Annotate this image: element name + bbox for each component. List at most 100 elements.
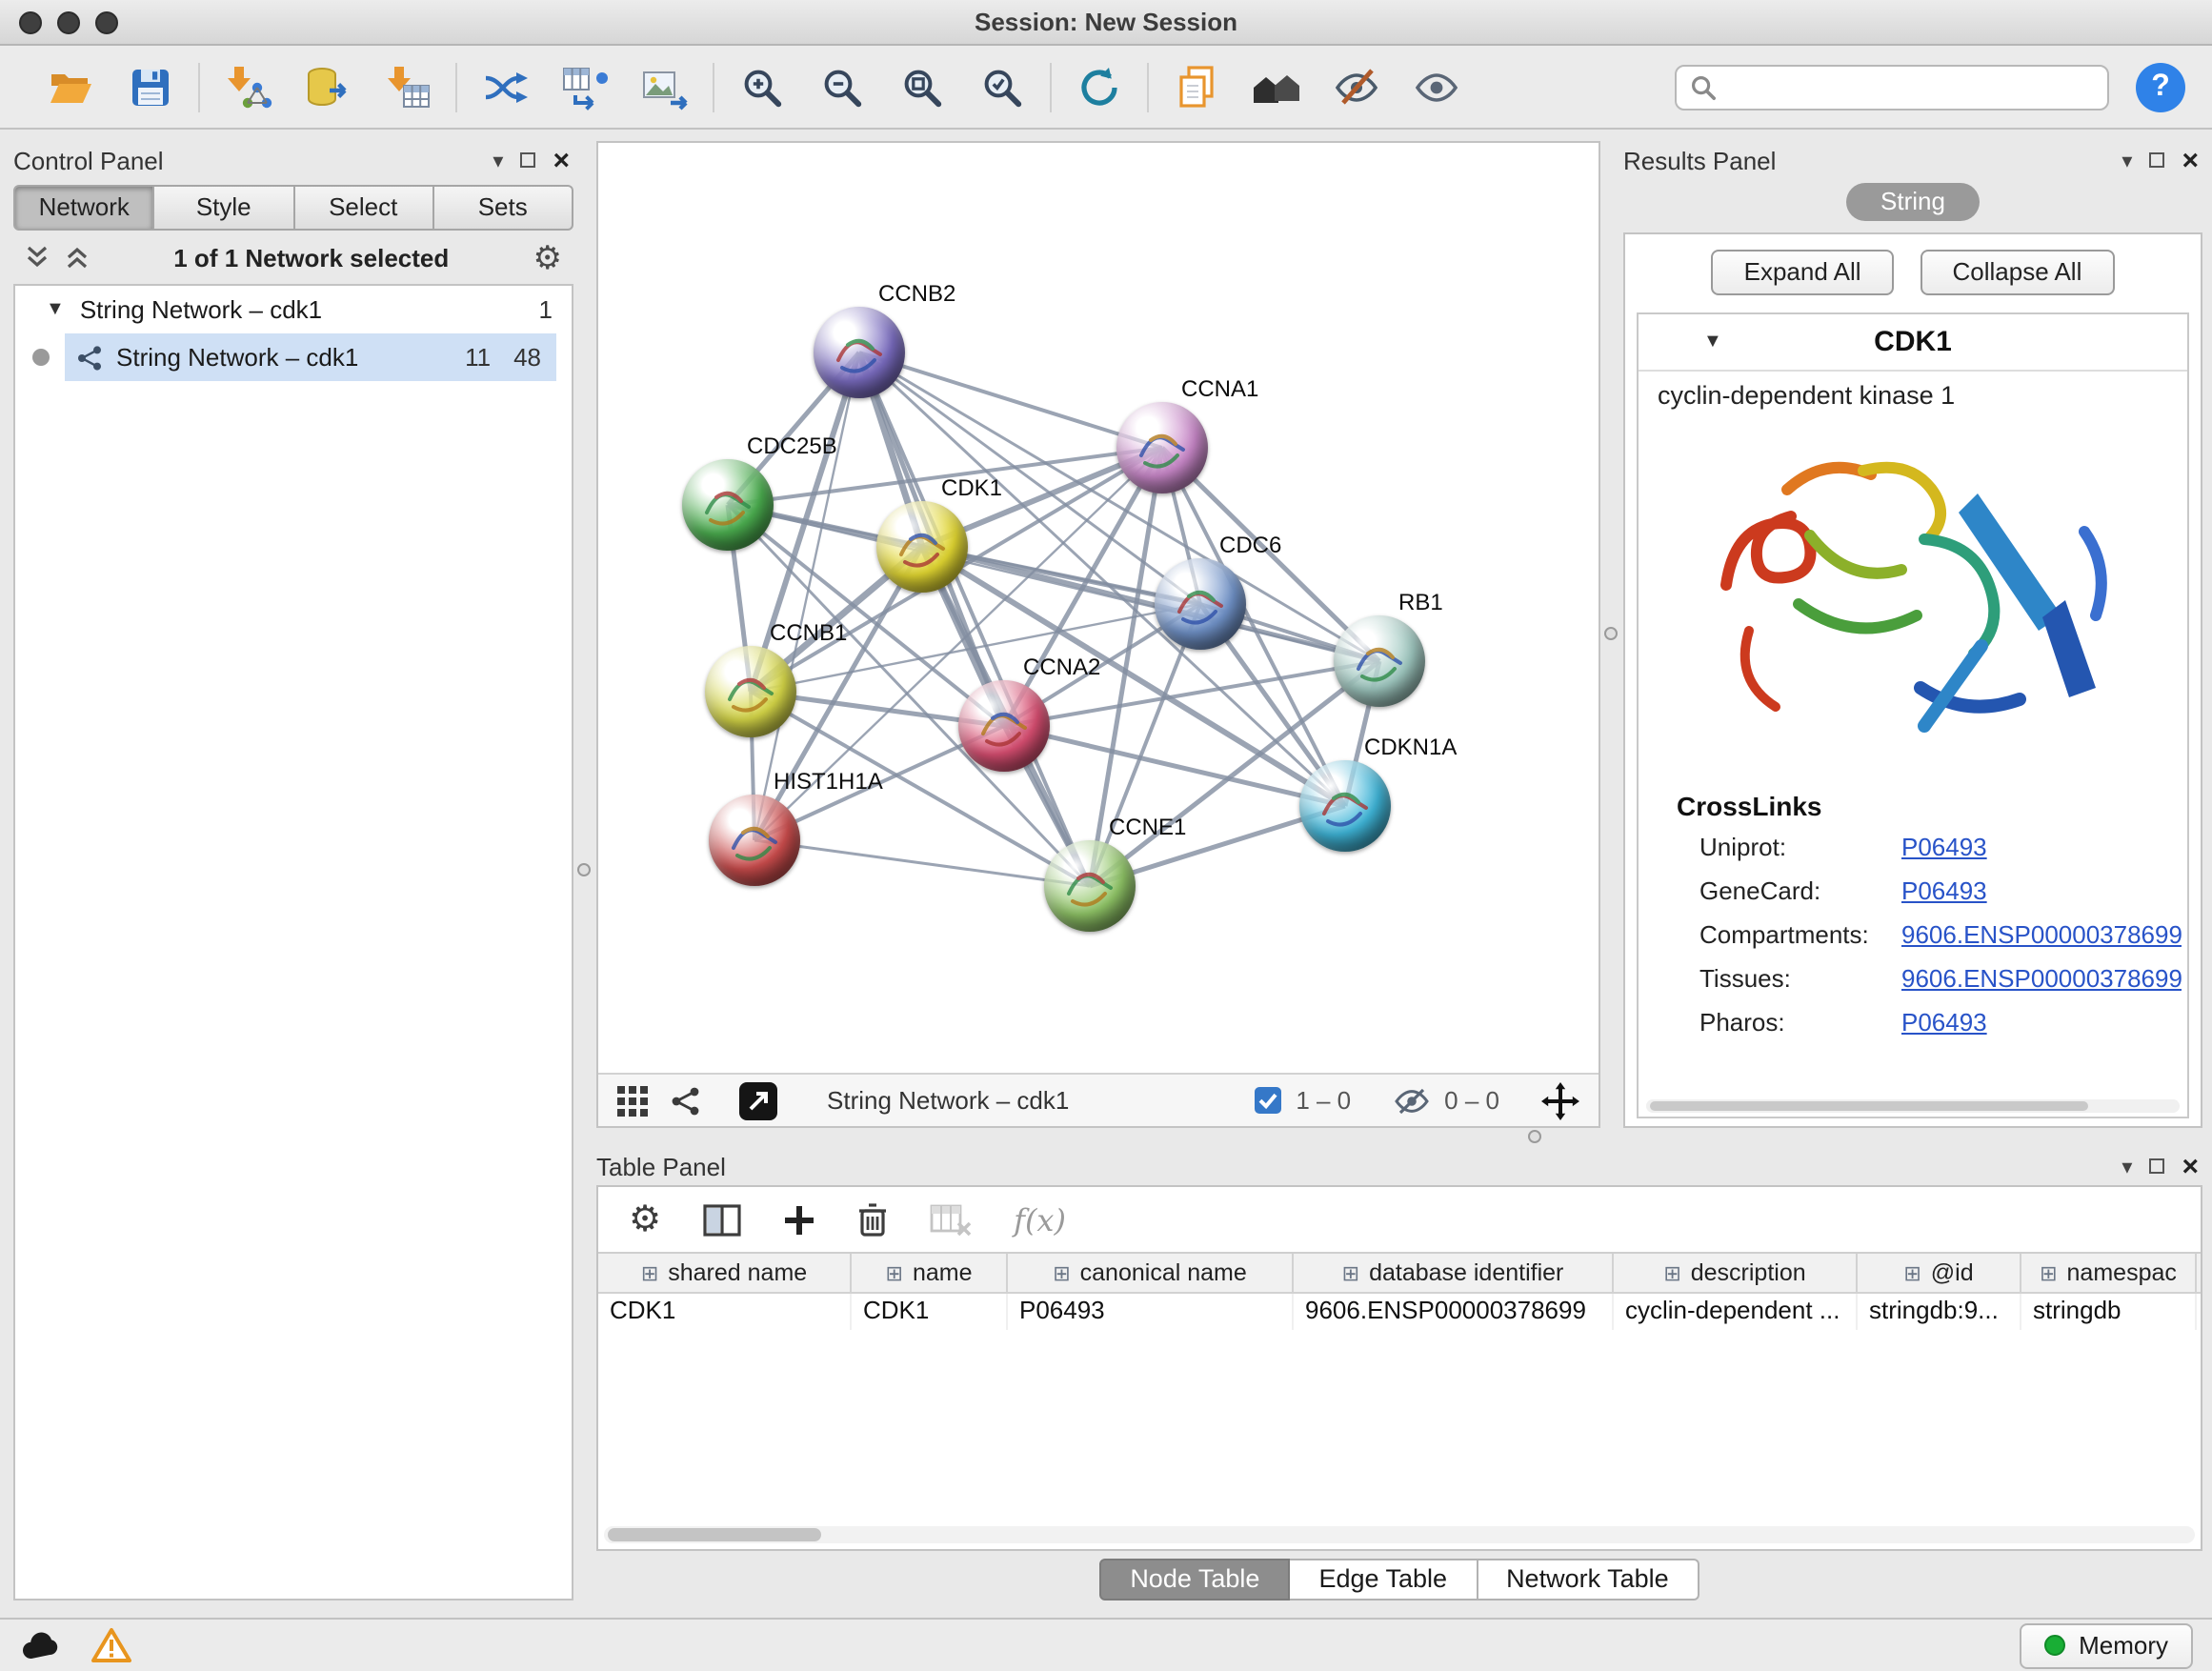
column-header-name[interactable]: ⊞name	[852, 1254, 1008, 1292]
hide-annotations-button[interactable]	[1328, 58, 1385, 115]
tab-select[interactable]: Select	[294, 185, 434, 231]
column-header-namespac[interactable]: ⊞namespac	[2021, 1254, 2197, 1292]
tab-network-table[interactable]: Network Table	[1478, 1559, 1699, 1601]
column-header-shared-name[interactable]: ⊞shared name	[598, 1254, 852, 1292]
expand-all-button[interactable]: Expand All	[1712, 250, 1894, 295]
right-splitter[interactable]	[1600, 141, 1623, 1128]
collapse-all-icon[interactable]	[25, 244, 50, 271]
crosslink-value-link[interactable]: P06493	[1901, 833, 1987, 861]
trash-icon[interactable]	[857, 1202, 888, 1237]
crosslink-value-link[interactable]: P06493	[1901, 876, 1987, 905]
left-splitter[interactable]	[573, 141, 596, 1601]
hidden-eye-icon[interactable]	[1393, 1087, 1431, 1114]
crosslink-value-link[interactable]: 9606.ENSP00000378699	[1901, 964, 2182, 993]
cloud-icon[interactable]	[19, 1628, 65, 1662]
network-node-rb1[interactable]	[1334, 615, 1425, 707]
home-button[interactable]	[1248, 58, 1305, 115]
panel-float-icon[interactable]	[520, 152, 535, 168]
panel-menu-icon[interactable]: ▾	[493, 148, 503, 172]
tab-edge-table[interactable]: Edge Table	[1290, 1559, 1478, 1601]
panel-close-icon[interactable]: ×	[2182, 146, 2199, 174]
panel-menu-icon[interactable]: ▾	[2122, 148, 2132, 172]
network-node-cdk1[interactable]	[876, 501, 968, 593]
network-collection-row[interactable]: ▼ String Network – cdk1 1	[15, 286, 572, 333]
new-network-button[interactable]	[476, 58, 533, 115]
panel-close-icon[interactable]: ×	[553, 146, 570, 174]
zoom-out-button[interactable]	[814, 58, 871, 115]
crosslink-value-link[interactable]: P06493	[1901, 1008, 1987, 1037]
network-node-cdc6[interactable]	[1155, 558, 1246, 650]
network-from-table-button[interactable]	[556, 58, 613, 115]
network-node-ccnb2[interactable]	[814, 307, 905, 398]
table-cell[interactable]: 9606.ENSP00000378699	[1294, 1294, 1614, 1330]
export-image-button[interactable]	[636, 58, 694, 115]
network-canvas[interactable]: CCNB2CCNA1CDC25BCDK1CDC6RB1CCNB1CCNA2CDK…	[598, 143, 1599, 1073]
network-node-ccnb1[interactable]	[705, 646, 796, 737]
column-header-canonical-name[interactable]: ⊞canonical name	[1008, 1254, 1294, 1292]
table-cell[interactable]: CDK1	[852, 1294, 1008, 1330]
gear-icon[interactable]: ⚙	[629, 1201, 661, 1238]
panel-close-icon[interactable]: ×	[2182, 1152, 2199, 1180]
collapse-all-button[interactable]: Collapse All	[1920, 250, 2115, 295]
zoom-in-button[interactable]	[734, 58, 791, 115]
delete-table-icon[interactable]	[930, 1203, 972, 1236]
add-column-icon[interactable]	[783, 1203, 815, 1236]
tab-style[interactable]: Style	[155, 185, 295, 231]
columns-icon[interactable]	[703, 1203, 741, 1236]
search-input[interactable]	[1728, 72, 2094, 101]
warning-icon[interactable]	[91, 1627, 131, 1663]
import-table-button[interactable]	[379, 58, 436, 115]
table-cell[interactable]: P06493	[1008, 1294, 1294, 1330]
results-scrollbar[interactable]	[1646, 1099, 2180, 1113]
close-window-button[interactable]	[19, 10, 42, 33]
tab-sets[interactable]: Sets	[434, 185, 574, 231]
column-header--id[interactable]: ⊞@id	[1858, 1254, 2021, 1292]
expand-all-icon[interactable]	[65, 244, 90, 271]
network-node-ccne1[interactable]	[1044, 840, 1136, 932]
grid-view-icon[interactable]	[617, 1085, 648, 1116]
refresh-button[interactable]	[1071, 58, 1128, 115]
table-horizontal-scrollbar[interactable]	[604, 1526, 2195, 1543]
copy-button[interactable]	[1168, 58, 1225, 115]
tab-node-table[interactable]: Node Table	[1099, 1559, 1290, 1601]
crosshair-icon[interactable]	[1541, 1081, 1579, 1119]
network-row[interactable]: String Network – cdk1 11 48	[15, 333, 572, 381]
table-cell[interactable]: stringdb:9...	[1858, 1294, 2021, 1330]
import-network-file-button[interactable]	[219, 58, 276, 115]
disclosure-triangle-icon[interactable]: ▼	[1703, 332, 1722, 352]
maximize-window-button[interactable]	[95, 10, 118, 33]
table-cell[interactable]: cyclin-dependent ...	[1614, 1294, 1858, 1330]
network-node-ccna2[interactable]	[958, 680, 1050, 772]
crosslink-value-link[interactable]: 9606.ENSP00000378699	[1901, 920, 2182, 949]
table-splitter[interactable]	[596, 1128, 2202, 1147]
network-node-cdc25b[interactable]	[682, 459, 774, 551]
import-network-database-button[interactable]	[299, 58, 356, 115]
panel-float-icon[interactable]	[2149, 1158, 2164, 1174]
panel-menu-icon[interactable]: ▾	[2122, 1154, 2132, 1178]
show-graphics-button[interactable]	[1408, 58, 1465, 115]
help-button[interactable]: ?	[2136, 62, 2185, 111]
disclosure-triangle-icon[interactable]: ▼	[46, 299, 65, 320]
column-header-description[interactable]: ⊞description	[1614, 1254, 1858, 1292]
zoom-fit-button[interactable]	[894, 58, 951, 115]
memory-button[interactable]: Memory	[2020, 1622, 2193, 1668]
export-view-button[interactable]	[739, 1081, 777, 1119]
network-node-ccna1[interactable]	[1116, 402, 1208, 493]
table-cell[interactable]: stringdb	[2021, 1294, 2197, 1330]
minimize-window-button[interactable]	[57, 10, 80, 33]
tab-string[interactable]: String	[1846, 183, 1980, 221]
birdseye-icon[interactable]	[671, 1085, 701, 1116]
network-node-cdkn1a[interactable]	[1299, 760, 1391, 852]
zoom-selected-button[interactable]	[974, 58, 1031, 115]
save-session-button[interactable]	[122, 58, 179, 115]
column-header-database-identifier[interactable]: ⊞database identifier	[1294, 1254, 1614, 1292]
open-session-button[interactable]	[42, 58, 99, 115]
table-cell[interactable]: CDK1	[598, 1294, 852, 1330]
table-row[interactable]: CDK1CDK1P064939606.ENSP00000378699cyclin…	[598, 1294, 2201, 1330]
search-box[interactable]	[1675, 64, 2109, 110]
gear-icon[interactable]: ⚙	[533, 241, 563, 273]
network-node-hist1h1a[interactable]	[709, 795, 800, 886]
selected-checkbox-icon[interactable]	[1254, 1086, 1282, 1115]
tab-network[interactable]: Network	[13, 185, 155, 231]
function-builder-button[interactable]: f(x)	[1014, 1201, 1066, 1238]
